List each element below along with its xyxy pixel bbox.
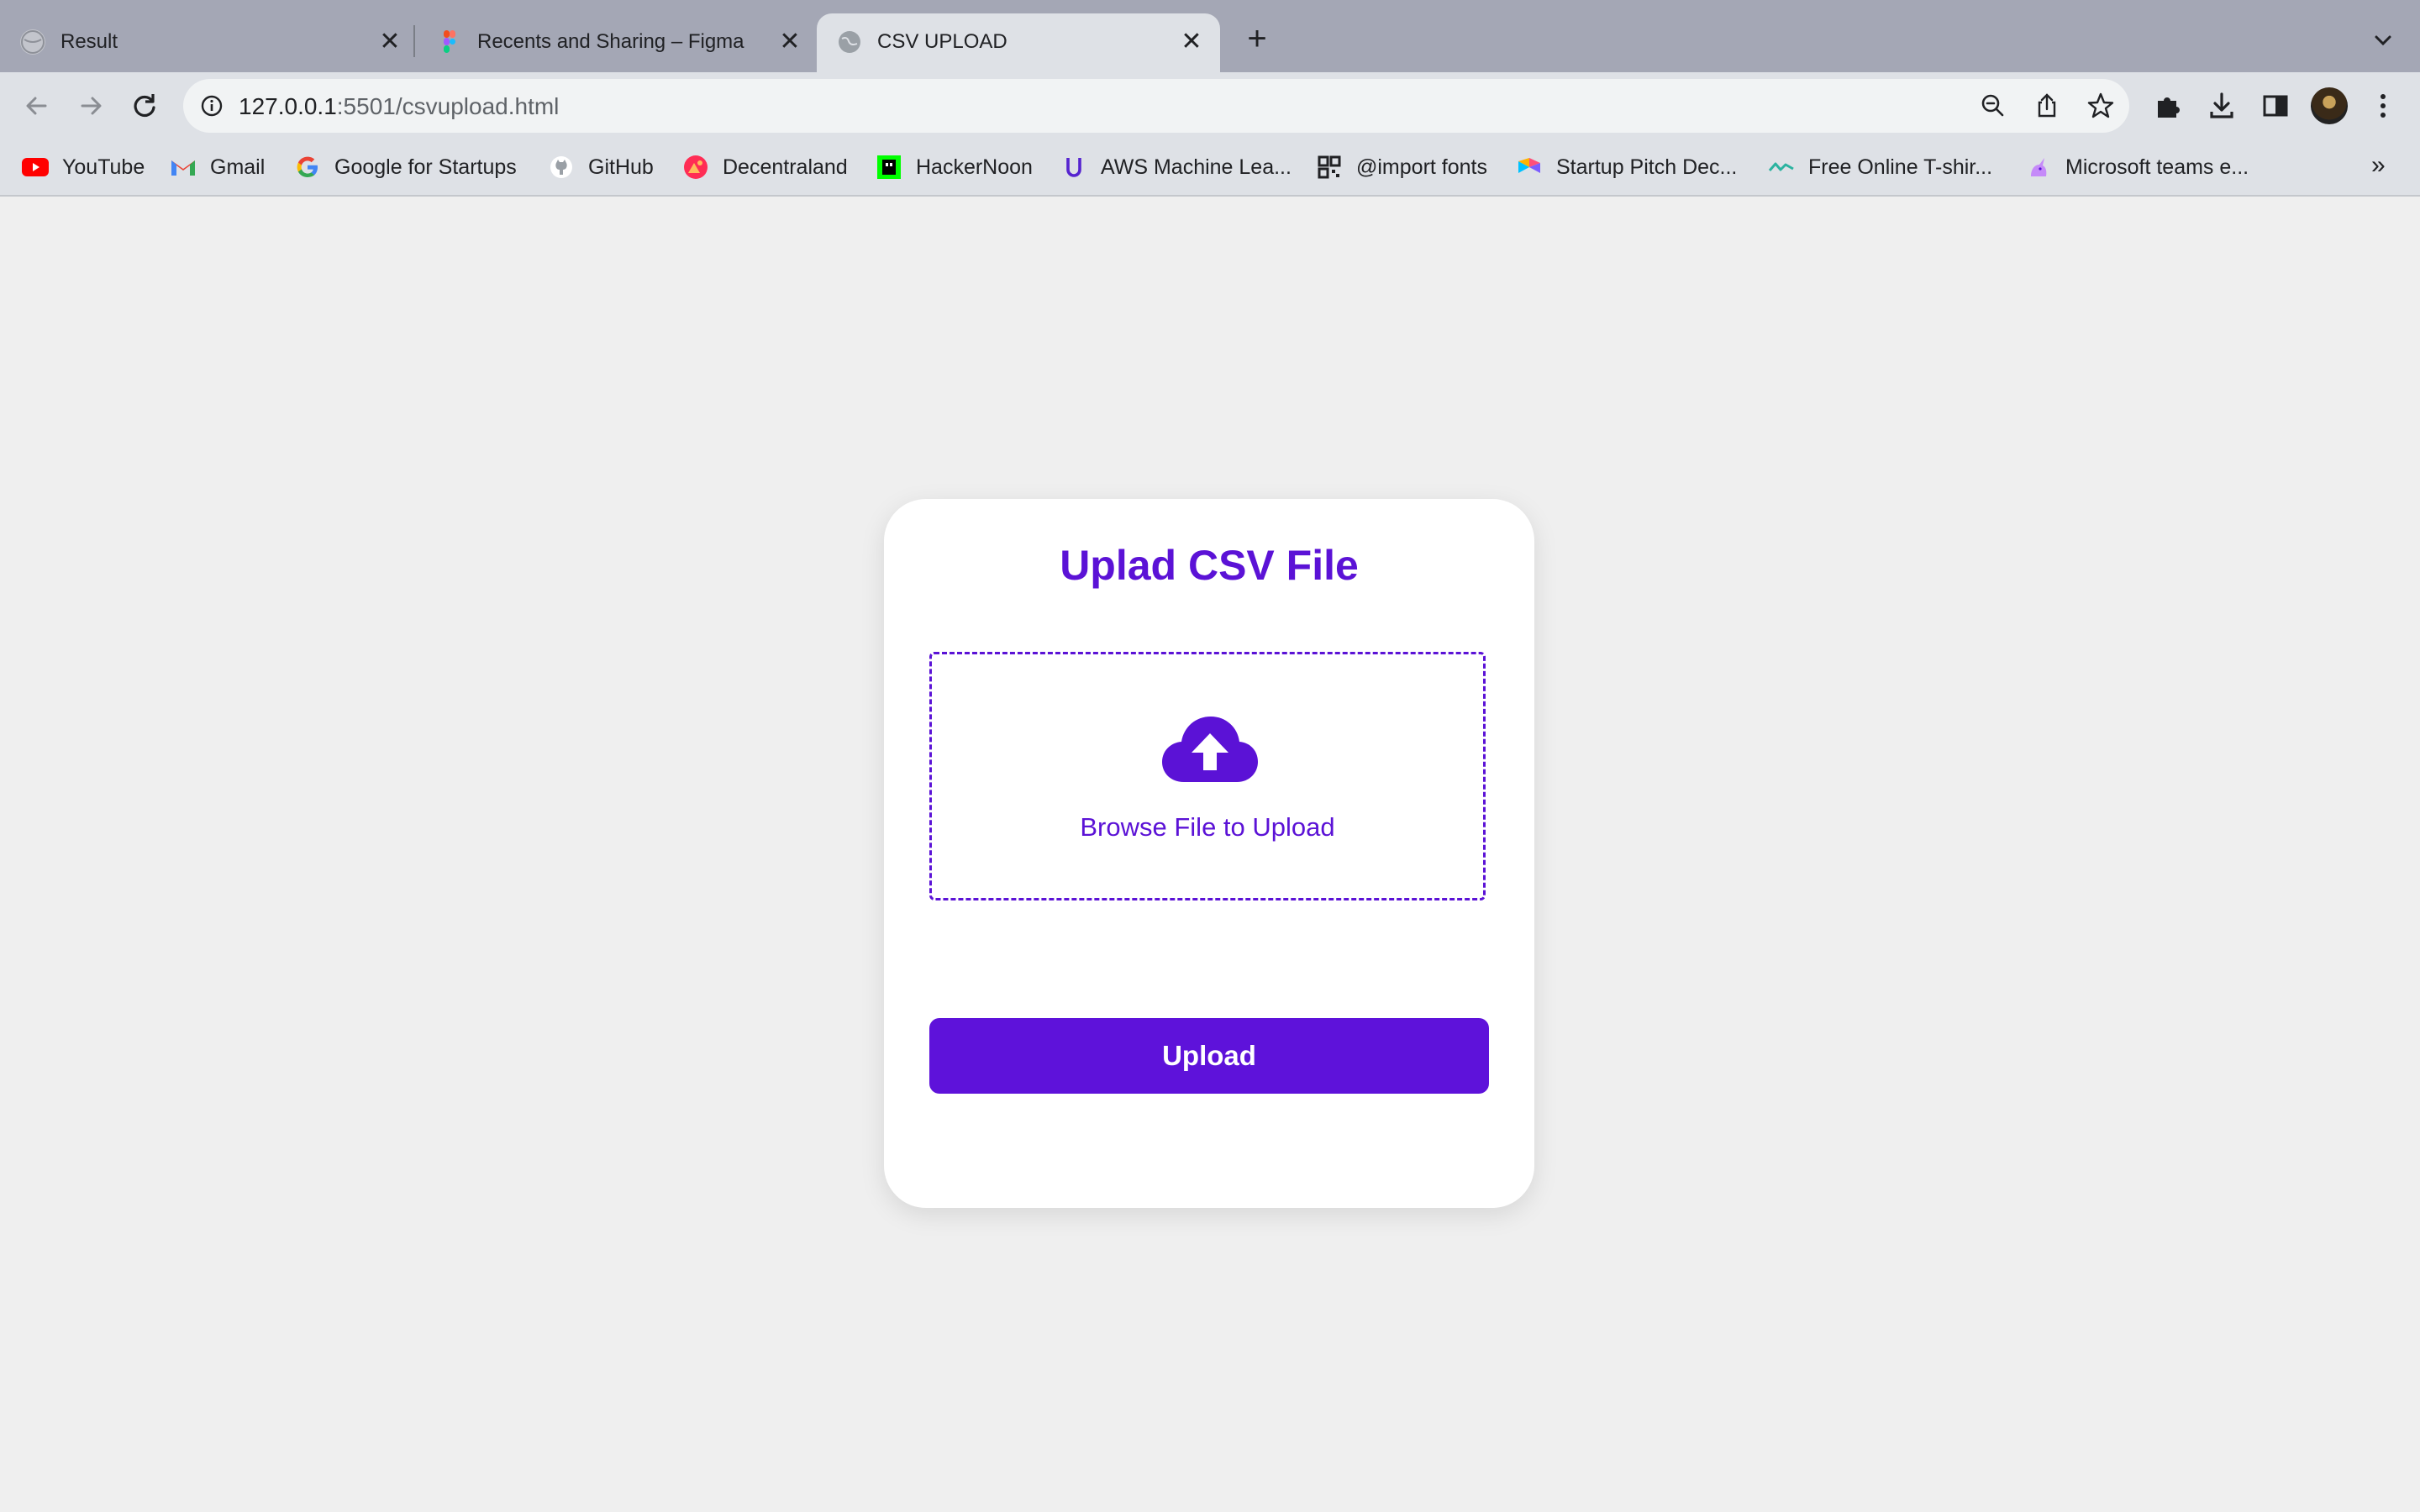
bookmark-youtube[interactable]: YouTube: [22, 139, 145, 195]
google-icon: [294, 154, 321, 181]
bookmark-google-startups[interactable]: Google for Startups: [294, 139, 517, 195]
zoom-out-icon[interactable]: [1978, 91, 2008, 121]
star-icon[interactable]: [2086, 91, 2116, 121]
info-icon[interactable]: [200, 94, 224, 118]
github-icon: [548, 154, 575, 181]
bookmark-label: Free Online T-shir...: [1808, 155, 1993, 179]
download-icon[interactable]: [2205, 89, 2238, 123]
globe-icon: [837, 29, 862, 55]
bookmark-gmail[interactable]: Gmail: [170, 139, 265, 195]
extensions-icon[interactable]: [2151, 89, 2185, 123]
youtube-icon: [22, 154, 49, 181]
bookmark-label: Google for Startups: [334, 155, 517, 179]
bookmark-tshirt[interactable]: Free Online T-shir...: [1768, 139, 1992, 195]
hackernoon-icon: [876, 154, 902, 181]
tab-title: Result: [60, 30, 118, 53]
browse-file-label[interactable]: Browse File to Upload: [932, 812, 1483, 843]
bookmark-microsoft-teams[interactable]: Microsoft teams e...: [2025, 139, 2249, 195]
bookmark-github[interactable]: GitHub: [548, 139, 654, 195]
bookmark-label: YouTube: [62, 155, 145, 179]
unicorn-icon: [2025, 154, 2052, 181]
upload-card: Uplad CSV File Browse File to Upload Upl…: [884, 499, 1534, 1208]
qr-icon: [1316, 154, 1343, 181]
profile-avatar[interactable]: [2311, 87, 2348, 124]
upload-button[interactable]: Upload: [929, 1018, 1489, 1094]
chevron-down-icon[interactable]: [2368, 25, 2398, 55]
forward-arrow-icon[interactable]: [74, 89, 108, 123]
globe-icon: [20, 29, 45, 55]
bookmark-startup-pitch[interactable]: Startup Pitch Dec...: [1516, 139, 1737, 195]
tab-csv-upload[interactable]: CSV UPLOAD ✕: [817, 13, 1220, 72]
bookmark-label: Decentraland: [723, 155, 848, 179]
new-tab-button[interactable]: +: [1242, 22, 1272, 55]
close-icon[interactable]: ✕: [375, 27, 405, 57]
url-path: :5501/csvupload.html: [336, 93, 560, 119]
tab-separator: [413, 25, 415, 57]
close-icon[interactable]: ✕: [1176, 27, 1207, 57]
bookmark-label: Gmail: [210, 155, 266, 179]
back-arrow-icon[interactable]: [20, 89, 54, 123]
page-title: Uplad CSV File: [1060, 542, 1359, 589]
reload-icon[interactable]: [128, 89, 161, 123]
bookmark-hackernoon[interactable]: HackerNoon: [876, 139, 1033, 195]
bookmark-label: GitHub: [588, 155, 654, 179]
tab-title: CSV UPLOAD: [877, 30, 1007, 53]
pitch-icon: [1516, 154, 1543, 181]
bookmarks-overflow-button[interactable]: »: [2371, 151, 2386, 180]
bookmark-label: Startup Pitch Dec...: [1556, 155, 1738, 179]
bookmark-label: AWS Machine Lea...: [1101, 155, 1292, 179]
address-bar[interactable]: 127.0.0.1:5501/csvupload.html: [183, 79, 2129, 133]
tab-title: Recents and Sharing – Figma: [477, 30, 744, 53]
wave-icon: [1768, 154, 1795, 181]
bookmarks-bar: YouTube Gmail Google for Startups GitHub…: [0, 139, 2420, 197]
bookmark-aws[interactable]: AWS Machine Lea...: [1060, 139, 1292, 195]
bookmark-label: HackerNoon: [916, 155, 1033, 179]
tab-strip: Result ✕ Recents and Sharing – Figma ✕ C…: [0, 0, 2420, 72]
url-host: 127.0.0.1: [239, 93, 337, 119]
bookmark-decentraland[interactable]: Decentraland: [682, 139, 848, 195]
decentraland-icon: [682, 154, 709, 181]
tab-result[interactable]: Result ✕: [0, 13, 412, 72]
bookmark-import-fonts[interactable]: @import fonts: [1316, 139, 1487, 195]
file-drop-zone[interactable]: Browse File to Upload: [929, 652, 1486, 900]
share-icon[interactable]: [2032, 91, 2062, 121]
browser-toolbar: 127.0.0.1:5501/csvupload.html: [0, 72, 2420, 139]
tab-figma[interactable]: Recents and Sharing – Figma ✕: [417, 13, 815, 72]
url-text: 127.0.0.1:5501/csvupload.html: [239, 93, 559, 120]
close-icon[interactable]: ✕: [775, 27, 805, 57]
gmail-icon: [170, 154, 197, 181]
udemy-icon: [1060, 154, 1087, 181]
bookmark-label: Microsoft teams e...: [2065, 155, 2249, 179]
menu-dots-icon[interactable]: [2366, 89, 2400, 123]
bookmark-label: @import fonts: [1356, 155, 1487, 179]
cloud-upload-icon: [1160, 711, 1260, 784]
figma-icon: [437, 29, 462, 55]
side-panel-icon[interactable]: [2259, 89, 2292, 123]
